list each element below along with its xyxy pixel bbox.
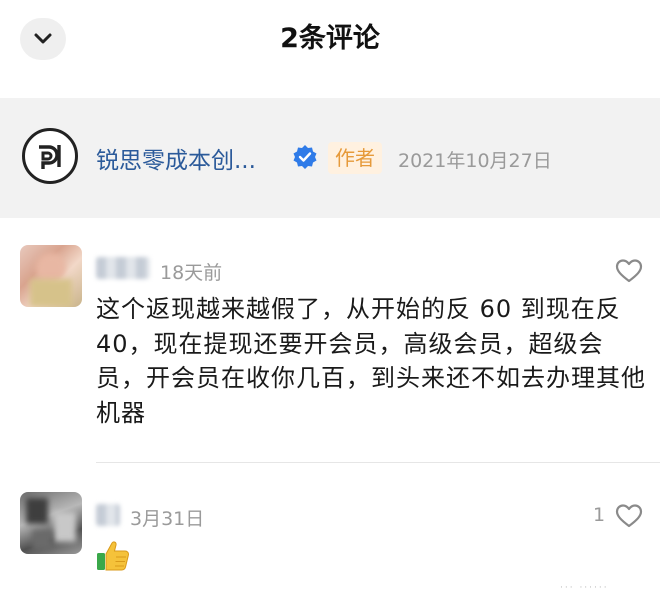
watermark: ··· ······ xyxy=(560,583,609,593)
author-name[interactable]: 锐思零成本创... xyxy=(96,141,256,175)
author-tag: 作者 xyxy=(328,142,382,174)
heart-outline-icon[interactable] xyxy=(615,258,643,284)
divider xyxy=(96,462,660,463)
header: 2条评论 xyxy=(0,0,660,92)
author-date: 2021年10月27日 xyxy=(398,150,552,172)
avatar[interactable] xyxy=(20,245,82,307)
page-title: 2条评论 xyxy=(280,23,380,54)
avatar[interactable] xyxy=(20,492,82,554)
brand-logo-icon xyxy=(39,145,61,169)
comment-time: 3月31日 xyxy=(130,508,205,530)
comment-time: 18天前 xyxy=(160,262,223,284)
comment-text: 这个返现越来越假了，从开始的反 60 到现在反 40，现在提现还要开会员，高级会… xyxy=(96,295,646,427)
thumbs-up-icon xyxy=(97,541,129,571)
heart-outline-icon[interactable] xyxy=(615,503,643,529)
author-avatar[interactable] xyxy=(22,128,78,184)
username[interactable] xyxy=(96,504,120,526)
verified-badge-icon xyxy=(293,145,317,169)
like-count: 1 xyxy=(593,504,606,526)
username[interactable] xyxy=(96,257,150,279)
